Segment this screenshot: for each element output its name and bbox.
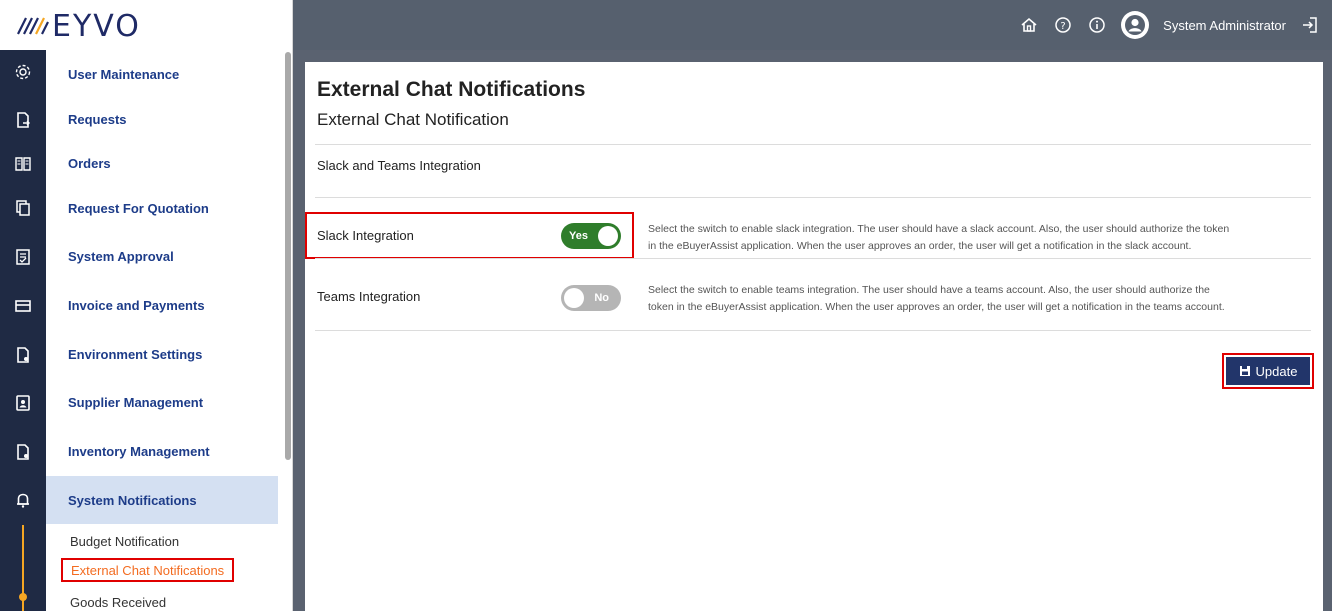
header-actions: ? System Administrator bbox=[1019, 0, 1320, 50]
submenu-active-dot bbox=[19, 593, 27, 601]
sidebar-scrollbar[interactable] bbox=[285, 52, 291, 460]
invoice-icon[interactable] bbox=[13, 296, 33, 316]
book-icon[interactable] bbox=[13, 154, 33, 174]
toggle-knob bbox=[598, 226, 618, 246]
sidebar-item-requests[interactable]: Requests bbox=[46, 95, 278, 143]
divider bbox=[315, 197, 1311, 198]
logo-text: EYVO bbox=[52, 9, 141, 44]
info-icon[interactable] bbox=[1087, 15, 1107, 35]
top-bar: EYVO ? System Administrator bbox=[0, 0, 1332, 50]
eyvo-logo-icon bbox=[17, 17, 49, 35]
submenu-item-external-chat-notifications[interactable]: External Chat Notifications bbox=[61, 558, 235, 582]
document-gear-icon[interactable] bbox=[13, 345, 33, 365]
sidebar-item-invoice-and-payments[interactable]: Invoice and Payments bbox=[46, 281, 278, 329]
page-title: External Chat Notifications bbox=[317, 78, 586, 101]
document-gear-icon[interactable] bbox=[13, 442, 33, 462]
sidebar-item-orders[interactable]: Orders bbox=[46, 139, 278, 187]
sidebar-item-inventory-management[interactable]: Inventory Management bbox=[46, 427, 278, 475]
divider bbox=[315, 144, 1311, 145]
copy-document-icon[interactable] bbox=[13, 198, 33, 218]
sidebar-icon-rail bbox=[0, 50, 46, 611]
page-subtitle: External Chat Notification bbox=[317, 110, 509, 129]
sidebar-item-user-maintenance[interactable]: User Maintenance bbox=[46, 50, 278, 98]
sidebar: User Maintenance Requests Orders Request… bbox=[0, 50, 293, 611]
logo[interactable]: EYVO bbox=[0, 0, 293, 50]
slack-integration-toggle[interactable]: Yes bbox=[561, 223, 621, 249]
sidebar-item-supplier-management[interactable]: Supplier Management bbox=[46, 378, 278, 426]
sidebar-item-system-notifications[interactable]: System Notifications bbox=[46, 476, 278, 524]
teams-integration-description: Select the switch to enable teams integr… bbox=[648, 284, 1225, 313]
update-button-highlight: Update bbox=[1222, 353, 1314, 389]
submenu-item-budget-notification[interactable]: Budget Notification bbox=[62, 529, 187, 553]
checklist-icon[interactable] bbox=[13, 247, 33, 267]
toggle-state-label: No bbox=[594, 292, 609, 304]
sidebar-item-environment-settings[interactable]: Environment Settings bbox=[46, 330, 278, 378]
save-icon bbox=[1239, 366, 1250, 376]
slack-integration-description: Select the switch to enable slack integr… bbox=[648, 223, 1230, 252]
help-icon[interactable]: ? bbox=[1053, 15, 1073, 35]
teams-integration-toggle[interactable]: No bbox=[561, 285, 621, 311]
home-icon[interactable] bbox=[1019, 15, 1039, 35]
document-arrow-icon[interactable] bbox=[13, 110, 33, 130]
slack-integration-label: Slack Integration bbox=[317, 228, 414, 243]
toggle-state-label: Yes bbox=[569, 230, 588, 242]
teams-integration-label: Teams Integration bbox=[317, 289, 421, 304]
main-panel: External Chat Notifications External Cha… bbox=[305, 62, 1323, 611]
divider bbox=[315, 330, 1311, 331]
section-heading: Slack and Teams Integration bbox=[317, 158, 481, 173]
bell-icon[interactable] bbox=[13, 490, 33, 510]
sidebar-item-system-approval[interactable]: System Approval bbox=[46, 232, 278, 280]
logout-icon[interactable] bbox=[1300, 15, 1320, 35]
document-person-icon[interactable] bbox=[13, 393, 33, 413]
user-name[interactable]: System Administrator bbox=[1163, 18, 1286, 33]
gear-icon[interactable] bbox=[13, 62, 33, 82]
update-button[interactable]: Update bbox=[1226, 357, 1310, 385]
user-avatar-icon[interactable] bbox=[1121, 11, 1150, 39]
svg-text:?: ? bbox=[1061, 21, 1066, 32]
toggle-knob bbox=[564, 288, 584, 308]
submenu-item-goods-received[interactable]: Goods Received bbox=[62, 590, 174, 611]
divider bbox=[315, 258, 1311, 259]
sidebar-item-request-for-quotation[interactable]: Request For Quotation bbox=[46, 184, 278, 232]
